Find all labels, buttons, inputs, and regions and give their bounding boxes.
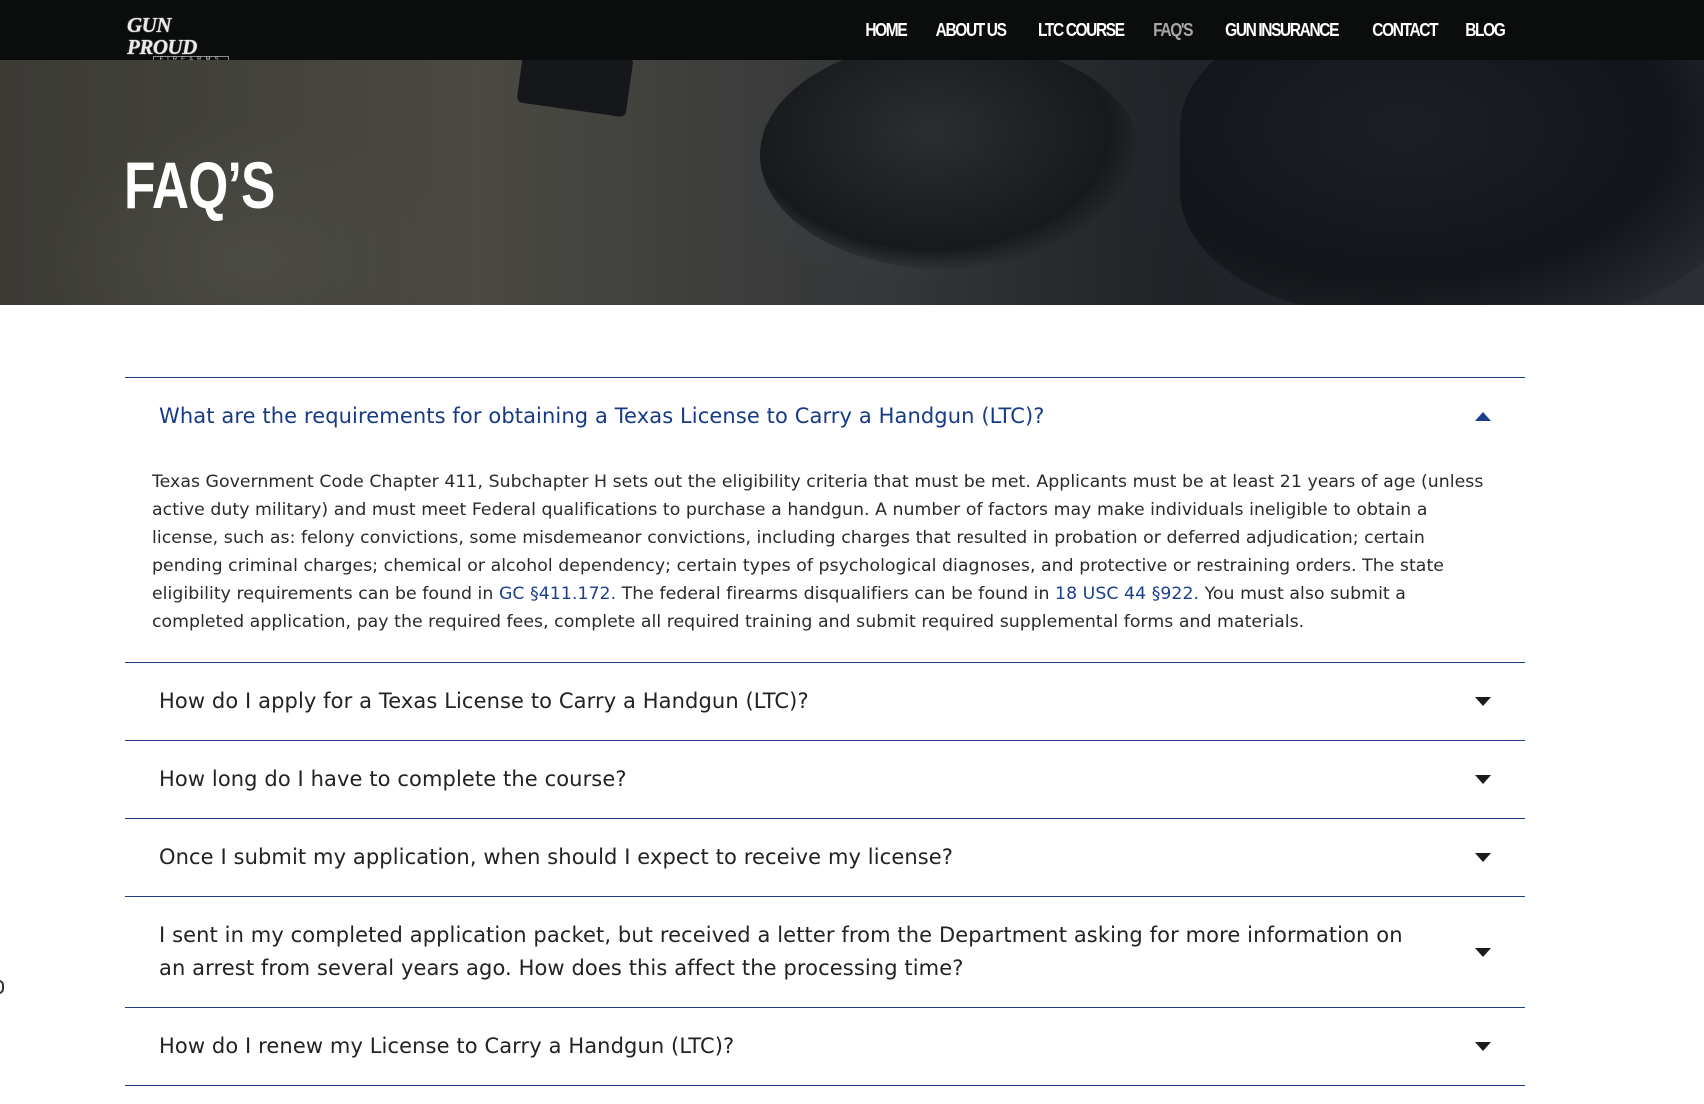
faq-accordion: What are the requirements for obtaining … [125,377,1525,1086]
faq-question: I sent in my completed application packe… [159,923,1403,980]
page-title: FAQ’S [124,148,275,222]
nav-item-faqs[interactable]: FAQ'S [1154,20,1194,41]
faq-question-toggle[interactable]: How long do I have to complete the cours… [125,741,1525,818]
faq-question: How do I apply for a Texas License to Ca… [159,689,809,713]
nav-item-contact[interactable]: CONTACT [1372,20,1438,41]
faq-item: How long do I have to complete the cours… [125,740,1525,818]
faq-item: I sent in my completed application packe… [125,896,1525,1007]
nav-item-home[interactable]: HOME [865,20,907,41]
faq-question: How do I renew my License to Carry a Han… [159,1034,735,1058]
nav-item-about-us[interactable]: ABOUT US [935,20,1006,41]
faq-question: What are the requirements for obtaining … [159,404,1045,428]
hero-banner: FAQ’S [0,60,1704,305]
faq-question-toggle[interactable]: Once I submit my application, when shoul… [125,819,1525,896]
faq-question-toggle[interactable]: How do I apply for a Texas License to Ca… [125,663,1525,740]
main-menu: HOME ABOUT US LTC COURSE FAQ'S GUN INSUR… [842,0,1508,60]
site-logo[interactable]: GUN PROUD FIREARMS [127,14,235,65]
caret-down-icon [1475,697,1491,706]
faq-item: How do I renew my License to Carry a Han… [125,1007,1525,1086]
faq-question: Once I submit my application, when shoul… [159,845,954,869]
caret-down-icon [1475,853,1491,862]
caret-down-icon [1475,1042,1491,1051]
faq-question-toggle[interactable]: What are the requirements for obtaining … [125,378,1525,455]
nav-item-gun-insurance[interactable]: GUN INSURANCE [1225,20,1339,41]
faq-item: How do I apply for a Texas License to Ca… [125,662,1525,740]
faq-question-toggle[interactable]: I sent in my completed application packe… [125,897,1525,1007]
caret-down-icon [1475,775,1491,784]
faq-answer-text: The federal firearms disqualifiers can b… [616,584,1056,604]
caret-down-icon [1475,947,1491,957]
faq-question-toggle[interactable]: How do I renew my License to Carry a Han… [125,1008,1525,1085]
logo-wordmark: GUN PROUD [127,13,197,59]
nav-item-blog[interactable]: BLOG [1466,20,1507,41]
top-nav-bar: GUN PROUD FIREARMS HOME ABOUT US LTC COU… [0,0,1704,65]
hero-background-image [516,60,634,118]
faq-item: What are the requirements for obtaining … [125,377,1525,662]
gc-411-172-link[interactable]: GC §411.172. [499,584,616,604]
nav-item-ltc-course[interactable]: LTC COURSE [1038,20,1125,41]
scroll-indicator [0,980,4,994]
faq-answer: Texas Government Code Chapter 411, Subch… [125,455,1525,662]
usc-922-link[interactable]: 18 USC 44 §922. [1055,584,1199,604]
caret-up-icon [1475,412,1491,421]
faq-item: Once I submit my application, when shoul… [125,818,1525,896]
faq-question: How long do I have to complete the cours… [159,767,627,791]
